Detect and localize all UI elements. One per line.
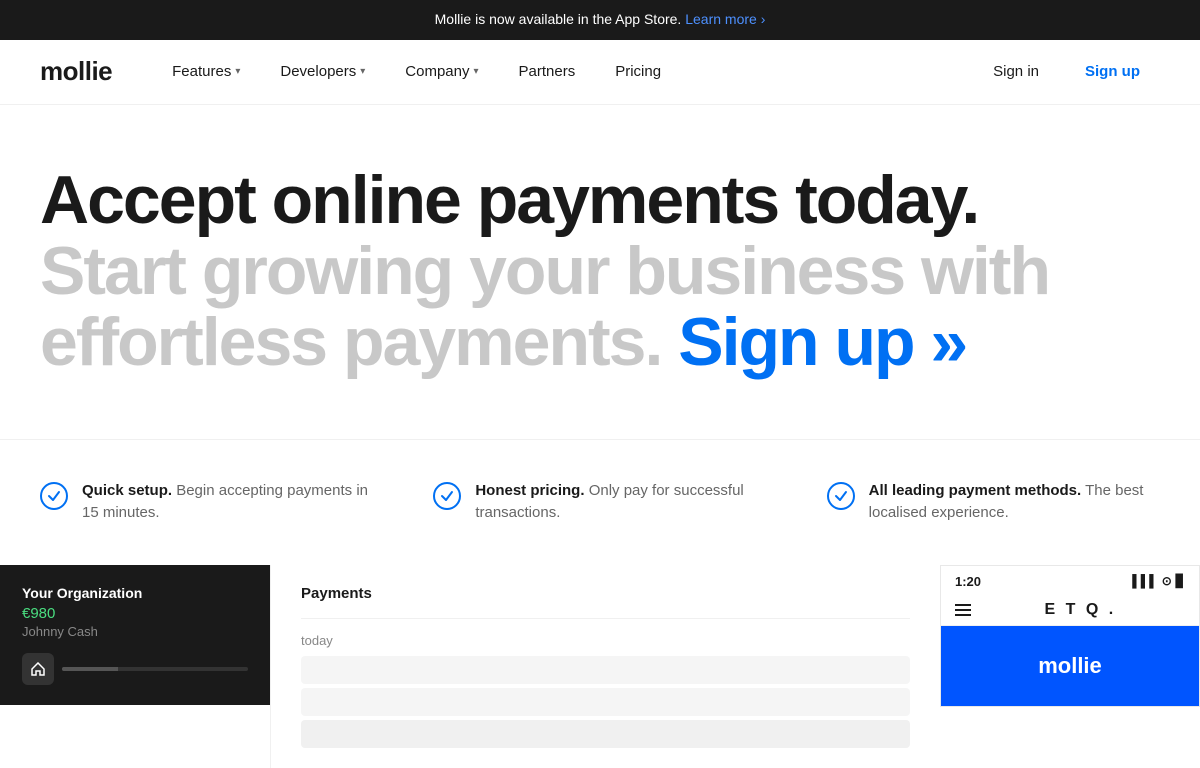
payment-row	[301, 720, 910, 748]
battery-icon: ▊	[1176, 574, 1185, 588]
feature-honest-pricing-title: Honest pricing.	[475, 482, 584, 499]
feature-honest-pricing: Honest pricing. Only pay for successful …	[433, 480, 766, 525]
nav-item-pricing[interactable]: Pricing	[595, 39, 681, 104]
nav-item-features[interactable]: Features ▾	[152, 39, 260, 104]
chevron-down-icon: ▾	[235, 66, 240, 77]
bottom-section: Your Organization €980 Johnny Cash Payme…	[0, 565, 1200, 768]
wifi-icon: ⊙	[1162, 574, 1172, 588]
feature-quick-setup: Quick setup. Begin accepting payments in…	[40, 480, 373, 525]
nav-item-developers[interactable]: Developers ▾	[260, 39, 385, 104]
dashboard-nav-row	[22, 653, 248, 685]
checkmark-icon	[433, 482, 461, 510]
phone-brand-name: E T Q .	[1045, 601, 1117, 619]
nav-links: Features ▾ Developers ▾ Company ▾ Partne…	[152, 39, 977, 104]
phone-status-bar: 1:20 ▌▌▌ ⊙ ▊	[941, 566, 1199, 595]
payments-section: Payments today	[270, 565, 940, 768]
hero-subtitle: Start growing your business with effortl…	[40, 236, 1160, 379]
dashboard-amount: €980	[22, 605, 248, 622]
checkmark-icon	[827, 482, 855, 510]
phone-mockup: 1:20 ▌▌▌ ⊙ ▊ E T Q . mollie	[940, 565, 1200, 707]
hamburger-icon[interactable]	[955, 604, 971, 616]
hero-signup-cta[interactable]: Sign up »	[678, 304, 966, 380]
logo[interactable]: mollie	[40, 56, 112, 87]
navbar: mollie Features ▾ Developers ▾ Company ▾…	[0, 40, 1200, 105]
phone-app-header: E T Q .	[941, 595, 1199, 626]
chevron-down-icon: ▾	[473, 66, 478, 77]
feature-payment-methods: All leading payment methods. The best lo…	[827, 480, 1160, 525]
mollie-logo-phone: mollie	[1038, 653, 1102, 679]
announcement-text: Mollie is now available in the App Store…	[435, 11, 682, 27]
announcement-link[interactable]: Learn more ›	[685, 11, 765, 27]
payments-title: Payments	[301, 585, 910, 602]
dashboard-user: Johnny Cash	[22, 624, 248, 639]
nav-item-partners[interactable]: Partners	[499, 39, 596, 104]
sign-in-button[interactable]: Sign in	[977, 52, 1055, 92]
today-label: today	[301, 633, 910, 648]
feature-quick-setup-text: Quick setup. Begin accepting payments in…	[82, 480, 373, 525]
announcement-bar: Mollie is now available in the App Store…	[0, 0, 1200, 40]
phone-status-icons: ▌▌▌ ⊙ ▊	[1132, 574, 1185, 588]
hero-title: Accept online payments today.	[40, 165, 1160, 236]
sign-up-button[interactable]: Sign up	[1065, 52, 1160, 92]
hero-section: Accept online payments today. Start grow…	[0, 105, 1200, 419]
nav-item-company[interactable]: Company ▾	[385, 39, 498, 104]
features-strip: Quick setup. Begin accepting payments in…	[0, 439, 1200, 565]
feature-payment-methods-title: All leading payment methods.	[869, 482, 1082, 499]
feature-quick-setup-title: Quick setup.	[82, 482, 172, 499]
payment-row	[301, 688, 910, 716]
home-icon	[22, 653, 54, 685]
checkmark-icon	[40, 482, 68, 510]
hero-subtitle-part2: effortless payments.	[40, 304, 661, 380]
hero-subtitle-part1: Start growing your business with	[40, 233, 1049, 309]
nav-right: Sign in Sign up	[977, 52, 1160, 92]
phone-time: 1:20	[955, 574, 981, 589]
feature-payment-methods-text: All leading payment methods. The best lo…	[869, 480, 1160, 525]
dashboard-card: Your Organization €980 Johnny Cash	[0, 565, 270, 705]
phone-blue-section: mollie	[941, 626, 1199, 706]
signal-icon: ▌▌▌	[1132, 574, 1158, 588]
chevron-down-icon: ▾	[360, 66, 365, 77]
org-label: Your Organization	[22, 585, 248, 601]
feature-honest-pricing-text: Honest pricing. Only pay for successful …	[475, 480, 766, 525]
